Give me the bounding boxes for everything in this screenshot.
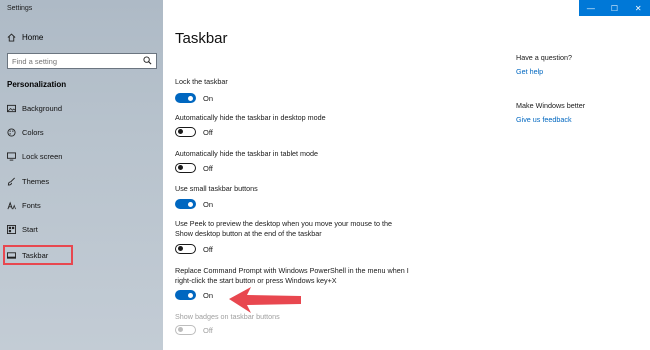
sidebar-item-label: Fonts: [22, 200, 41, 210]
setting-autohide-tablet: Off: [175, 163, 213, 173]
sidebar-item-start[interactable]: Start: [7, 222, 38, 236]
badges-toggle[interactable]: [175, 325, 196, 335]
setting-label: Replace Command Prompt with Windows Powe…: [175, 266, 409, 285]
get-help-link[interactable]: Get help: [516, 67, 543, 76]
section-label: Personalization: [7, 80, 67, 89]
nav-home-label: Home: [22, 32, 44, 42]
setting-peek: Off: [175, 244, 213, 254]
annotation-arrow-icon: [229, 287, 301, 313]
monitor-lock-icon: [7, 151, 16, 161]
toggle-state-text: On: [203, 290, 214, 300]
setting-label: Automatically hide the taskbar in tablet…: [175, 149, 319, 158]
font-icon: [7, 200, 16, 210]
peek-toggle[interactable]: [175, 244, 196, 254]
setting-label: Automatically hide the taskbar in deskto…: [175, 113, 326, 122]
taskbar-icon: [7, 251, 16, 260]
setting-label: Use Peek to preview the desktop when you…: [175, 219, 392, 238]
powershell-toggle[interactable]: [175, 290, 196, 300]
toggle-state-text: On: [203, 199, 214, 209]
start-icon: [7, 224, 16, 234]
toggle-state-text: Off: [203, 127, 213, 137]
setting-autohide-desktop: Off: [175, 127, 213, 137]
maximize-button[interactable]: ☐: [603, 0, 627, 16]
sidebar-item-themes[interactable]: Themes: [7, 174, 49, 188]
page-title: Taskbar: [175, 30, 228, 47]
sidebar: Settings Home Personalization Background…: [0, 0, 163, 350]
sidebar-item-lock-screen[interactable]: Lock screen: [7, 149, 62, 163]
sidebar-item-label: Background: [22, 103, 63, 113]
home-icon: [7, 32, 16, 42]
help-heading: Have a question?: [516, 53, 572, 62]
sidebar-item-label: Colors: [22, 127, 44, 137]
search-input[interactable]: [12, 56, 132, 66]
minimize-button[interactable]: —: [579, 0, 603, 16]
autohide-tablet-toggle[interactable]: [175, 163, 196, 173]
sidebar-item-colors[interactable]: Colors: [7, 125, 44, 139]
sidebar-item-label: Lock screen: [22, 151, 63, 161]
toggle-state-text: Off: [203, 244, 213, 254]
brush-icon: [7, 177, 16, 186]
give-feedback-link[interactable]: Give us feedback: [516, 115, 572, 124]
toggle-state-text: Off: [203, 163, 213, 173]
setting-label: Use small taskbar buttons: [175, 184, 258, 193]
nav-home[interactable]: Home: [7, 30, 43, 44]
setting-powershell: On: [175, 290, 213, 300]
toggle-state-text: On: [203, 93, 214, 103]
autohide-desktop-toggle[interactable]: [175, 127, 196, 137]
app-title: Settings: [7, 5, 33, 12]
setting-lock-taskbar: On: [175, 93, 213, 103]
image-icon: [7, 104, 16, 113]
sidebar-item-taskbar[interactable]: Taskbar: [7, 248, 48, 262]
search-box[interactable]: [7, 53, 157, 69]
sidebar-item-background[interactable]: Background: [7, 101, 62, 115]
sidebar-item-fonts[interactable]: Fonts: [7, 198, 41, 212]
toggle-state-text: Off: [203, 325, 213, 335]
close-button[interactable]: ✕: [626, 0, 650, 16]
sidebar-item-label: Start: [22, 224, 38, 234]
palette-icon: [7, 127, 16, 137]
search-icon[interactable]: [143, 52, 152, 70]
feedback-heading: Make Windows better: [516, 101, 586, 110]
setting-label: Lock the taskbar: [175, 77, 228, 86]
setting-badges: Off: [175, 325, 213, 335]
sidebar-item-label: Themes: [22, 176, 50, 186]
lock-taskbar-toggle[interactable]: [175, 93, 196, 103]
window-controls: — ☐ ✕: [579, 0, 650, 16]
setting-small-buttons: On: [175, 199, 213, 209]
sidebar-item-label: Taskbar: [22, 250, 49, 260]
small-buttons-toggle[interactable]: [175, 199, 196, 209]
